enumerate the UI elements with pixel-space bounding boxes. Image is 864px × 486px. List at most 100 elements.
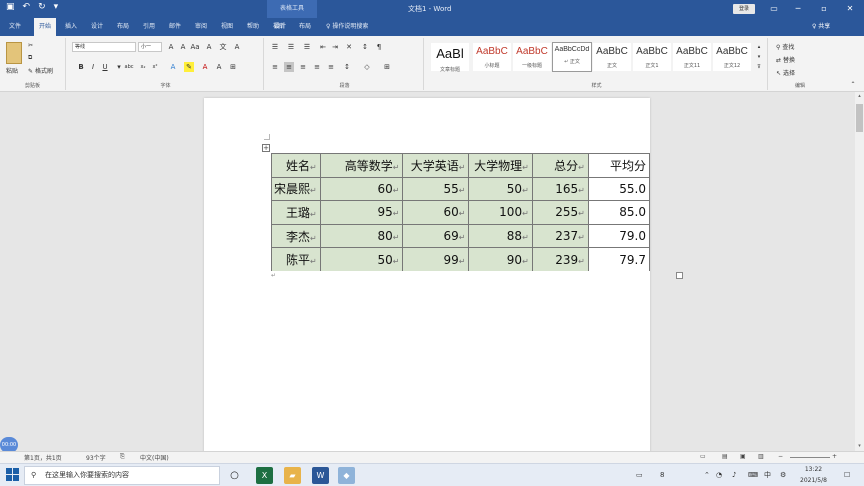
align-center-icon[interactable]: ≡ bbox=[284, 62, 294, 72]
focus-mode-icon[interactable]: ▭ bbox=[700, 453, 706, 460]
font-name-select[interactable]: 等线 bbox=[72, 42, 136, 52]
vertical-scrollbar[interactable]: ▴ ▾ bbox=[855, 92, 864, 451]
table-cell[interactable]: 95↵ bbox=[319, 200, 404, 225]
styles-scroll-up-icon[interactable]: ▴ bbox=[754, 42, 764, 52]
grow-font-icon[interactable]: A bbox=[166, 42, 176, 52]
login-button[interactable]: 登录 bbox=[733, 4, 755, 14]
input-settings-icon[interactable]: ⚙ bbox=[780, 464, 786, 486]
style-body-11[interactable]: AaBbC 正文11 bbox=[672, 42, 712, 72]
minimize-button[interactable]: ─ bbox=[786, 0, 810, 18]
tab-references[interactable]: 引用 bbox=[138, 18, 160, 36]
table-cell[interactable]: 陈平↵ bbox=[271, 247, 321, 271]
excel-icon[interactable]: X bbox=[256, 467, 273, 484]
print-layout-icon[interactable]: ▣ bbox=[740, 453, 746, 460]
tab-design[interactable]: 设计 bbox=[86, 18, 108, 36]
windows-start-icon[interactable] bbox=[6, 468, 20, 482]
table-header-cell[interactable]: 高等数学↵ bbox=[319, 153, 404, 178]
table-cell[interactable]: 100↵ bbox=[468, 200, 533, 225]
phonetic-guide-icon[interactable]: 文 bbox=[218, 42, 228, 52]
bullets-icon[interactable]: ☰ bbox=[270, 42, 280, 52]
chinese-layout-icon[interactable]: ✕ bbox=[344, 42, 354, 52]
notification-center-icon[interactable]: ☐ bbox=[844, 464, 850, 486]
style-body-1[interactable]: AaBbC 正文1 bbox=[632, 42, 672, 72]
format-painter-button[interactable]: ✎ 格式刷 bbox=[28, 66, 53, 75]
page-count[interactable]: 第1页，共1页 bbox=[24, 453, 62, 462]
select-button[interactable]: ↖ 选择 bbox=[776, 68, 795, 77]
read-mode-icon[interactable]: ▤ bbox=[722, 453, 728, 460]
styles-scroll-down-icon[interactable]: ▾ bbox=[754, 52, 764, 62]
paste-icon[interactable] bbox=[6, 42, 22, 64]
bold-icon[interactable]: B bbox=[76, 62, 86, 72]
char-border-icon[interactable]: ⊞ bbox=[228, 62, 238, 72]
numbering-icon[interactable]: ☰ bbox=[286, 42, 296, 52]
distribute-icon[interactable]: ≡ bbox=[326, 62, 336, 72]
undo-icon[interactable]: ↶ bbox=[23, 2, 31, 12]
text-effects-icon[interactable]: A bbox=[168, 62, 178, 72]
tab-table-design[interactable]: 设计 bbox=[268, 18, 292, 36]
table-cell[interactable]: 60↵ bbox=[319, 176, 404, 202]
ime-mode[interactable]: 中 bbox=[764, 464, 771, 486]
style-normal[interactable]: AaBbCcDd ↵ 正文 bbox=[552, 42, 592, 72]
table-cell[interactable]: 50↵ bbox=[319, 247, 404, 271]
maximize-button[interactable]: ▫ bbox=[812, 0, 836, 18]
superscript-icon[interactable]: x² bbox=[150, 62, 160, 72]
style-heading-1[interactable]: AaBbC 一级标题 bbox=[512, 42, 552, 72]
collapse-ribbon-icon[interactable]: ⌃ bbox=[848, 80, 858, 90]
table-header-cell[interactable]: 平均分 bbox=[587, 153, 650, 178]
align-left-icon[interactable]: ≡ bbox=[270, 62, 280, 72]
table-cell[interactable]: 79.0 bbox=[587, 223, 650, 249]
task-view-icon[interactable]: ○ bbox=[226, 467, 243, 484]
ribbon-display-options-icon[interactable]: ▭ bbox=[762, 0, 786, 18]
tab-home[interactable]: 开始 bbox=[34, 18, 56, 36]
tab-help[interactable]: 帮助 bbox=[242, 18, 264, 36]
shading-icon[interactable]: ◇ bbox=[362, 62, 372, 72]
strikethrough-icon[interactable]: abc bbox=[124, 62, 134, 72]
table-header-cell[interactable]: 大学物理↵ bbox=[468, 153, 533, 178]
table-cell[interactable]: 宋晨熙↵ bbox=[271, 176, 321, 202]
share-button[interactable]: ♀ 共享 bbox=[812, 18, 830, 36]
line-spacing-icon[interactable]: ↕ bbox=[342, 62, 352, 72]
word-icon[interactable]: W bbox=[312, 467, 329, 484]
chevron-up-icon[interactable]: ⌃ bbox=[704, 464, 710, 486]
table-cell[interactable]: 79.7 bbox=[587, 247, 650, 271]
word-count[interactable]: 93个字 bbox=[86, 453, 106, 462]
taskbar-search[interactable]: ⚲ 在这里输入你要搜索的内容 bbox=[24, 466, 220, 485]
table-cell[interactable]: 李杰↵ bbox=[271, 223, 321, 249]
dropdown-chevron-icon[interactable]: ▾ bbox=[114, 62, 124, 72]
network-icon[interactable]: ◔ bbox=[716, 464, 722, 486]
char-shading-icon[interactable]: A bbox=[214, 62, 224, 72]
cut-icon[interactable]: ✂ bbox=[28, 42, 33, 49]
underline-icon[interactable]: U bbox=[100, 62, 110, 72]
table-cell[interactable]: 55↵ bbox=[402, 176, 470, 202]
table-header-cell[interactable]: 姓名↵ bbox=[271, 153, 321, 178]
table-cell[interactable]: 237↵ bbox=[531, 223, 589, 249]
justify-icon[interactable]: ≡ bbox=[312, 62, 322, 72]
clear-format-icon[interactable]: A bbox=[204, 42, 214, 52]
tab-file[interactable]: 文件 bbox=[4, 18, 26, 36]
font-size-select[interactable]: 小一 bbox=[138, 42, 162, 52]
borders-icon[interactable]: ⊞ bbox=[382, 62, 392, 72]
tab-mailings[interactable]: 邮件 bbox=[164, 18, 186, 36]
scroll-up-icon[interactable]: ▴ bbox=[855, 92, 864, 101]
increase-indent-icon[interactable]: ⇥ bbox=[330, 42, 340, 52]
table-cell[interactable]: 50↵ bbox=[468, 176, 533, 202]
proofing-icon[interactable]: ⎘ bbox=[120, 453, 125, 461]
table-header-cell[interactable]: 总分↵ bbox=[531, 153, 589, 178]
table-move-handle-icon[interactable]: + bbox=[262, 144, 270, 152]
redo-icon[interactable]: ↻ bbox=[38, 2, 46, 12]
italic-icon[interactable]: I bbox=[88, 62, 98, 72]
clock[interactable]: 13:22 2021/5/8 bbox=[800, 464, 827, 486]
zoom-out-icon[interactable]: − bbox=[778, 453, 783, 460]
paste-label[interactable]: 粘贴 bbox=[6, 66, 18, 75]
tell-me-search[interactable]: ♀ 操作说明搜索 bbox=[326, 18, 368, 36]
table-resize-handle[interactable] bbox=[676, 272, 683, 279]
tab-review[interactable]: 审阅 bbox=[190, 18, 212, 36]
notification-count[interactable]: 8 bbox=[660, 464, 664, 486]
highlight-icon[interactable]: ✎ bbox=[184, 62, 194, 72]
replace-button[interactable]: ⇄ 替换 bbox=[776, 55, 795, 64]
tab-insert[interactable]: 插入 bbox=[60, 18, 82, 36]
table-cell[interactable]: 90↵ bbox=[468, 247, 533, 271]
align-right-icon[interactable]: ≡ bbox=[298, 62, 308, 72]
table-cell[interactable]: 85.0 bbox=[587, 200, 650, 225]
table-cell[interactable]: 99↵ bbox=[402, 247, 470, 271]
